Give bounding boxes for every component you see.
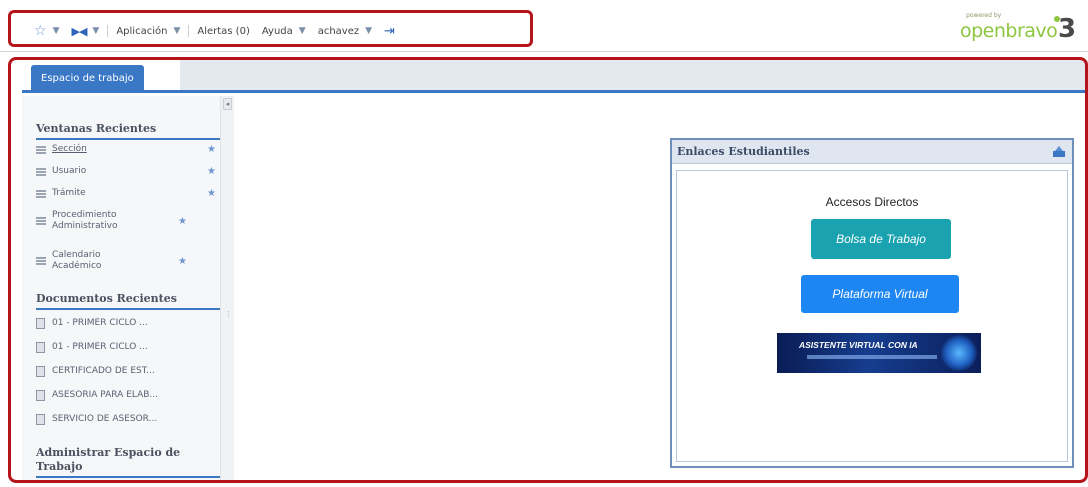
openbravo-logo: powered by openbravo 3 bbox=[954, 12, 1084, 48]
logo-brand: openbravo bbox=[960, 20, 1058, 42]
logo-powered-by: powered by bbox=[966, 12, 1002, 19]
toolbar-highlight bbox=[8, 10, 533, 47]
main-area-highlight bbox=[8, 57, 1088, 483]
app-window: ☆ ▼ ▶◀ ▼ Aplicación ▼ Alertas (0) Ayuda … bbox=[0, 0, 1088, 487]
logo-version: 3 bbox=[1058, 14, 1077, 44]
